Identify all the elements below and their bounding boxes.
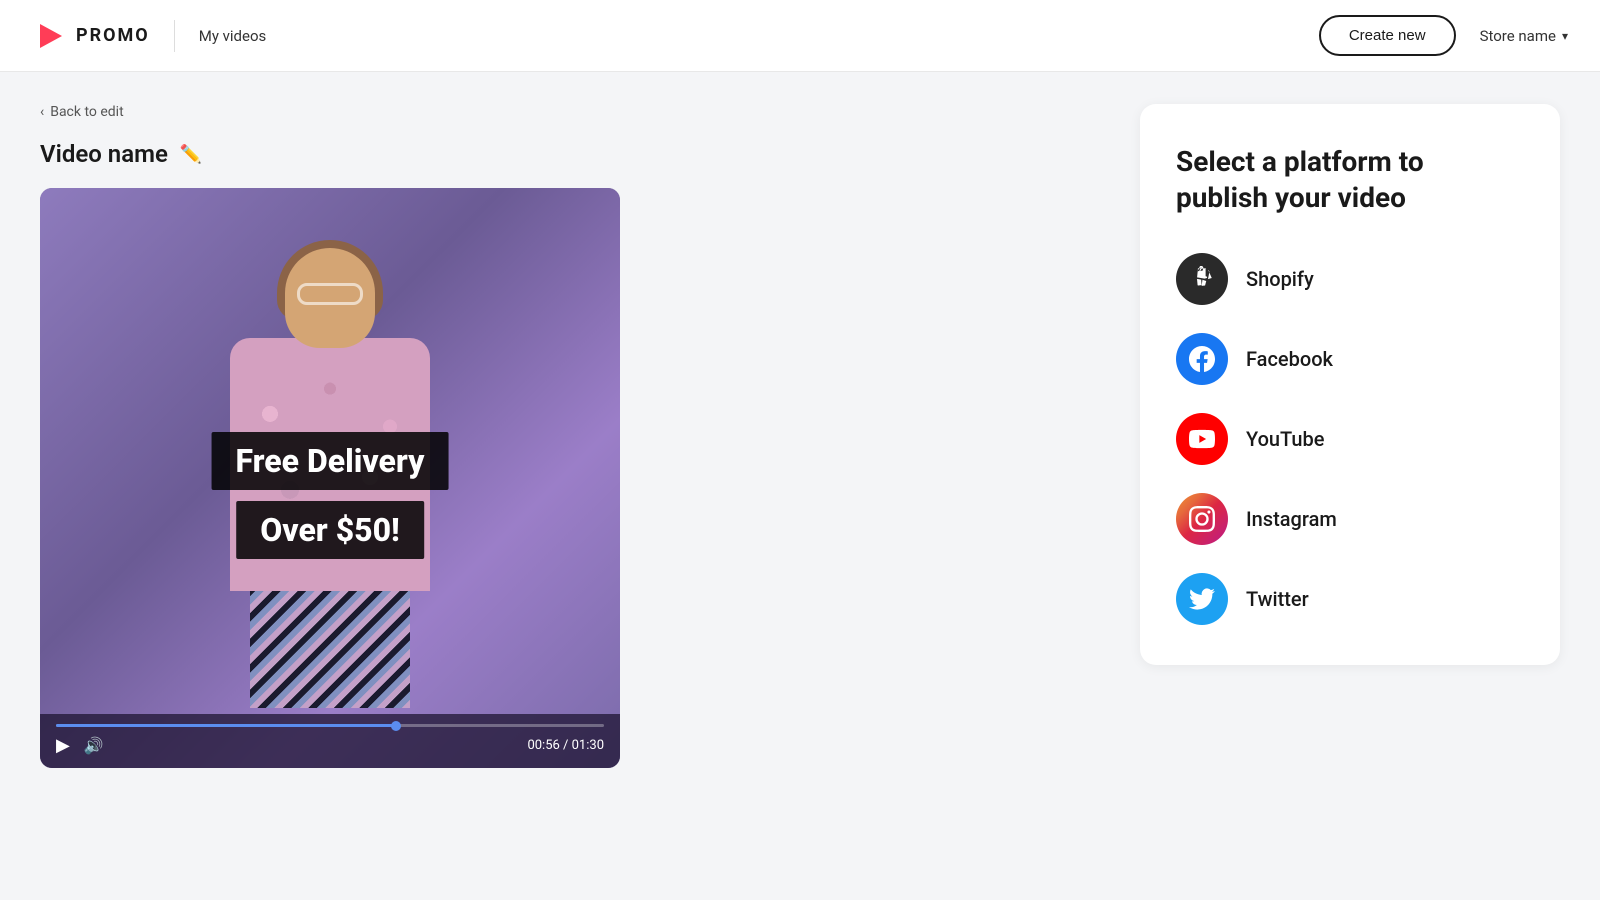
back-link-label: Back to edit <box>50 104 123 120</box>
video-background: Free Delivery Over $50! <box>40 188 620 768</box>
platform-item-shopify[interactable]: Shopify <box>1176 253 1524 305</box>
edit-title-icon[interactable]: ✏️ <box>180 144 202 165</box>
app-header: PROMO My videos Create new Store name ▾ <box>0 0 1600 72</box>
instagram-svg <box>1189 506 1215 532</box>
figure-glasses <box>297 283 363 305</box>
panel-title: Select a platform to publish your video <box>1176 144 1524 217</box>
back-arrow-icon: ‹ <box>40 104 44 120</box>
store-name-dropdown[interactable]: Store name ▾ <box>1480 27 1568 45</box>
video-title-row: Video name ✏️ <box>40 140 1108 168</box>
promo-logo-icon <box>32 18 68 54</box>
back-to-edit-link[interactable]: ‹ Back to edit <box>40 104 1108 120</box>
platform-item-instagram[interactable]: Instagram <box>1176 493 1524 545</box>
shopify-label: Shopify <box>1246 267 1314 291</box>
progress-fill <box>56 724 396 727</box>
logo-text: PROMO <box>76 25 150 46</box>
video-overlay-text-1: Free Delivery <box>212 432 449 490</box>
video-player: Free Delivery Over $50! ▶ 🔊 00:56 / 01:3… <box>40 188 620 768</box>
progress-bar[interactable] <box>56 724 604 727</box>
play-button[interactable]: ▶ <box>56 735 70 756</box>
youtube-svg <box>1189 426 1215 452</box>
panel-title-line2: publish your video <box>1176 181 1406 214</box>
platform-item-twitter[interactable]: Twitter <box>1176 573 1524 625</box>
instagram-label: Instagram <box>1246 507 1337 531</box>
facebook-icon <box>1176 333 1228 385</box>
panel-title-line1: Select a platform to <box>1176 145 1424 178</box>
instagram-icon <box>1176 493 1228 545</box>
youtube-label: YouTube <box>1246 427 1325 451</box>
header-divider <box>174 20 175 52</box>
facebook-label: Facebook <box>1246 347 1333 371</box>
platform-list: Shopify Facebook YouTube <box>1176 253 1524 625</box>
volume-button[interactable]: 🔊 <box>84 736 104 756</box>
chevron-down-icon: ▾ <box>1562 29 1568 43</box>
platform-item-facebook[interactable]: Facebook <box>1176 333 1524 385</box>
shopify-svg <box>1189 266 1215 292</box>
create-new-button[interactable]: Create new <box>1319 15 1456 56</box>
figure-head <box>285 248 375 348</box>
progress-dot <box>391 721 401 731</box>
platform-item-youtube[interactable]: YouTube <box>1176 413 1524 465</box>
youtube-icon <box>1176 413 1228 465</box>
logo[interactable]: PROMO <box>32 18 150 54</box>
left-panel: ‹ Back to edit Video name ✏️ <box>40 104 1108 868</box>
figure-head-group <box>285 248 375 348</box>
main-content: ‹ Back to edit Video name ✏️ <box>0 72 1600 900</box>
time-display: 00:56 / 01:30 <box>527 738 604 753</box>
twitter-label: Twitter <box>1246 587 1309 611</box>
nav-my-videos[interactable]: My videos <box>199 27 267 45</box>
header-right: Create new Store name ▾ <box>1319 15 1568 56</box>
figure-pants <box>250 591 410 708</box>
shopify-icon <box>1176 253 1228 305</box>
controls-left: ▶ 🔊 <box>56 735 104 756</box>
twitter-icon <box>1176 573 1228 625</box>
video-title: Video name <box>40 140 168 168</box>
store-name-label: Store name <box>1480 27 1556 45</box>
video-controls: ▶ 🔊 00:56 / 01:30 <box>40 714 620 768</box>
controls-row: ▶ 🔊 00:56 / 01:30 <box>56 735 604 756</box>
video-overlay-text-2: Over $50! <box>236 501 424 559</box>
twitter-svg <box>1189 586 1215 612</box>
publish-panel: Select a platform to publish your video … <box>1140 104 1560 665</box>
facebook-svg <box>1189 346 1215 372</box>
